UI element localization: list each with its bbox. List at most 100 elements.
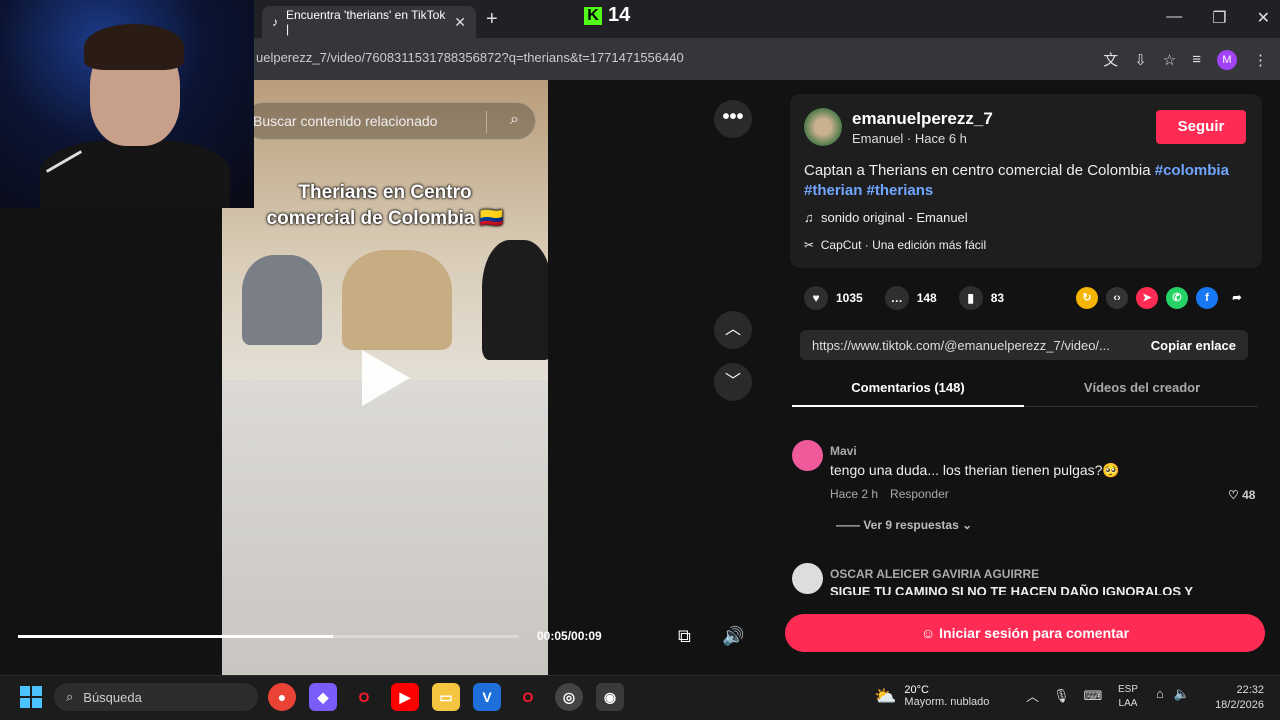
facebook-icon[interactable]: f — [1196, 287, 1218, 309]
webcam-person-hair — [84, 24, 184, 70]
webcam-person-body — [40, 140, 230, 208]
tab-creator-videos[interactable]: Vídeos del creador — [1026, 380, 1258, 395]
visual-studio-icon[interactable]: V — [473, 683, 501, 711]
view-replies-button[interactable]: —— Ver 9 respuestas ⌄ — [836, 518, 972, 532]
kick-logo-icon: K — [584, 6, 602, 25]
comment-author[interactable]: Mavi — [830, 444, 857, 458]
media-control-icon[interactable]: ≡ — [1192, 51, 1201, 68]
volume-icon[interactable]: 🔊 — [722, 626, 744, 647]
microphone-icon[interactable]: 🎙 — [1053, 688, 1070, 704]
menu-kebab-icon[interactable]: ⋮ — [1253, 51, 1268, 69]
embed-icon[interactable]: ‹› — [1106, 287, 1128, 309]
comment-count: 148 — [916, 291, 937, 305]
network-icon[interactable]: ⌂ — [1156, 686, 1164, 702]
minimize-icon[interactable]: — — [1166, 8, 1182, 28]
more-options-icon[interactable]: ••• — [714, 100, 752, 138]
video-time: 00:05/00:09 — [537, 629, 602, 643]
author-avatar[interactable] — [804, 108, 842, 146]
hashtag-link[interactable]: #colombia — [1155, 162, 1229, 179]
like-count: 1035 — [836, 291, 863, 305]
copilot-icon[interactable]: ◆ — [309, 683, 337, 711]
description-text: Captan a Therians en centro comercial de… — [804, 162, 1151, 179]
tab-comments[interactable]: Comentarios (148) — [792, 380, 1024, 395]
comment-author[interactable]: OSCAR ALEICER GAVIRIA AGUIRRE — [830, 567, 1039, 581]
author-handle[interactable]: emanuelperezz_7 — [852, 109, 993, 129]
keyboard-icon[interactable]: ⌨ — [1084, 688, 1103, 704]
obs-icon[interactable]: ◎ — [555, 683, 583, 711]
language-primary: ESP — [1118, 684, 1139, 695]
like-group[interactable]: ♥ 1035 — [804, 286, 863, 310]
close-window-icon[interactable]: ✕ — [1257, 8, 1270, 28]
file-explorer-icon[interactable]: ▭ — [432, 683, 460, 711]
comment-avatar[interactable] — [792, 563, 823, 594]
heart-icon[interactable]: ♥ — [804, 286, 828, 310]
close-tab-icon[interactable]: ✕ — [454, 14, 466, 31]
video-link[interactable]: https://www.tiktok.com/@emanuelperezz_7/… — [800, 338, 1126, 353]
capcut-link[interactable]: ✂ CapCut · Una edición más fácil — [804, 238, 986, 252]
new-tab-button[interactable]: + — [486, 8, 498, 31]
youtube-icon[interactable]: ▶ — [391, 683, 419, 711]
search-icon[interactable]: ⌕ — [510, 111, 519, 129]
viewer-count: 14 — [608, 4, 631, 26]
taskbar-search-label: Búsqueda — [83, 689, 142, 705]
profile-avatar[interactable]: M — [1217, 49, 1237, 70]
weather-widget[interactable]: ⛅ 20°C Mayorm. nublado — [874, 684, 989, 708]
repost-icon[interactable]: ↻ — [1076, 287, 1098, 309]
restore-icon[interactable]: ❐ — [1212, 8, 1226, 28]
bookmark-star-icon[interactable]: ☆ — [1163, 51, 1176, 69]
save-group[interactable]: ▮ 83 — [958, 286, 1005, 310]
author-subtitle: Emanuel · Hace 6 h — [852, 131, 967, 146]
browser-tab[interactable]: ♪ Encuentra 'therians' en TikTok | ✕ — [262, 6, 476, 38]
taskbar-apps: ● ◆ O ▶ ▭ V O ◎ ◉ — [268, 683, 624, 711]
whatsapp-icon[interactable]: ✆ — [1166, 287, 1188, 309]
hashtag-link[interactable]: #therian — [804, 182, 862, 199]
comment-text: SIGUE TU CAMINO SI NO TE HACEN DAÑO IGNO… — [830, 584, 1194, 595]
video-figure-black-dog — [482, 240, 548, 360]
windows-start-icon[interactable] — [20, 686, 42, 708]
capcut-icon: ✂ — [804, 238, 815, 252]
video-progress-bar[interactable] — [18, 635, 518, 638]
chevron-down-icon[interactable]: ﹀ — [714, 363, 752, 401]
sound-link[interactable]: ♫ sonido original - Emanuel — [804, 210, 968, 225]
chevron-up-icon[interactable]: ︿ — [714, 311, 752, 349]
comment-like[interactable]: ♡ 48 — [1228, 488, 1255, 502]
copy-link-button[interactable]: Copiar enlace — [1151, 338, 1248, 353]
picture-in-picture-icon[interactable]: ⧉ — [678, 626, 691, 647]
view-replies-label: Ver 9 respuestas — [863, 518, 959, 532]
cloud-sun-icon: ⛅ — [874, 685, 897, 706]
opera-icon[interactable]: O — [350, 683, 378, 711]
chevron-up-tray-icon[interactable]: ︿ — [1026, 686, 1039, 705]
webcam-overlay — [0, 0, 254, 208]
comment-icon[interactable]: … — [884, 286, 909, 310]
comment-text: tengo una duda... los therian tienen pul… — [830, 462, 1120, 478]
hashtag-link[interactable]: #therians — [867, 182, 934, 199]
comment-avatar[interactable] — [792, 440, 823, 471]
search-icon: ⌕ — [66, 689, 74, 704]
url-field[interactable]: uelperezz_7/video/7608311531788356872?q=… — [256, 50, 684, 65]
follow-button[interactable]: Seguir — [1156, 110, 1246, 144]
related-search-input[interactable]: Buscar contenido relacionado ⌕ — [244, 102, 536, 140]
chrome-profile-icon[interactable]: ◉ — [596, 683, 624, 711]
language-indicator[interactable]: ESP LAA — [1118, 683, 1138, 711]
speaker-icon[interactable]: 🔈 — [1174, 686, 1190, 702]
kick-viewer-badge: K 14 — [584, 4, 630, 27]
heart-outline-icon[interactable]: ♡ — [1228, 488, 1239, 502]
save-count: 83 — [990, 291, 1005, 305]
translate-icon[interactable]: 文 — [1103, 49, 1118, 70]
language-secondary: LAA — [1118, 698, 1138, 709]
clock-date: 18/2/2026 — [1215, 699, 1264, 711]
comment-bubble-icon: ☺ — [920, 625, 936, 641]
play-icon[interactable] — [362, 350, 410, 406]
login-to-comment-button[interactable]: ☺ Iniciar sesión para comentar — [785, 614, 1265, 652]
send-icon[interactable]: ➤ — [1136, 287, 1158, 309]
share-arrow-icon[interactable]: ➦ — [1226, 287, 1248, 309]
chrome-icon[interactable]: ● — [268, 683, 296, 711]
taskbar-search[interactable]: ⌕ Búsqueda — [54, 683, 258, 711]
reply-button[interactable]: Responder — [890, 487, 949, 501]
weather-desc: Mayorm. nublado — [904, 696, 990, 708]
clock[interactable]: 22:32 18/2/2026 — [1204, 683, 1264, 713]
install-app-icon[interactable]: ⇩ — [1134, 51, 1147, 69]
opera-gx-icon[interactable]: O — [514, 683, 542, 711]
comment-group[interactable]: … 148 — [884, 286, 937, 310]
bookmark-icon[interactable]: ▮ — [958, 286, 983, 310]
